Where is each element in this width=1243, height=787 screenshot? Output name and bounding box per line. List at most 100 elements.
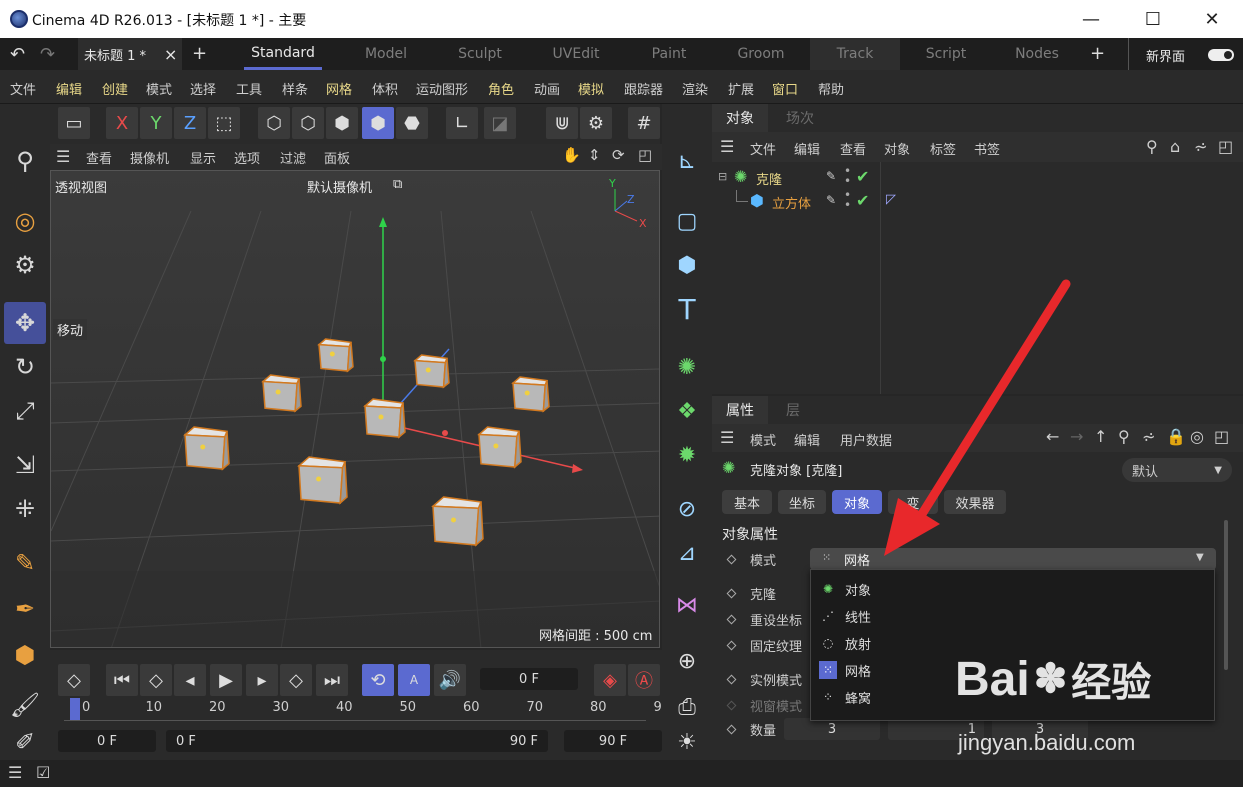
next-key-icon[interactable]: ◇ (280, 664, 312, 696)
camera-object-icon[interactable]: ⎙ (666, 686, 708, 728)
field-icon[interactable]: ⋈ (666, 584, 708, 626)
clone-cube[interactable] (297, 455, 355, 513)
am-search-icon[interactable]: ⚲ (1118, 427, 1130, 446)
edit-tag-icon[interactable]: ✎ (826, 193, 836, 207)
end-frame-field[interactable]: 90 F (564, 730, 662, 752)
viewport-menu-icon[interactable]: ☰ (56, 147, 70, 166)
axis-x-button[interactable]: X (106, 107, 138, 139)
viewport-menu-item[interactable]: 面板 (324, 148, 350, 167)
lock-icon[interactable]: 🔒 (1166, 427, 1186, 446)
object-row-cube[interactable]: ⬢ 立方体 ✎ • • ✔ ◸ (712, 189, 1243, 214)
uv-mode-icon[interactable]: ⬣ (396, 107, 428, 139)
pan-hand-icon[interactable]: ✋ (562, 146, 581, 164)
bend-deformer-icon[interactable]: ⊿ (666, 532, 708, 574)
rotate-tool-icon[interactable]: ↻ (4, 346, 46, 388)
target-icon[interactable]: ◎ (1190, 427, 1204, 446)
scale-tool-icon[interactable]: ⤢ (4, 390, 46, 432)
attribute-subtab[interactable]: 变 (888, 490, 938, 514)
menu-item-1[interactable]: 编辑 (56, 79, 82, 98)
playhead[interactable] (70, 698, 80, 720)
brush-icon[interactable]: 🖌 (4, 684, 46, 726)
forward-arrow-icon[interactable]: → (1070, 427, 1083, 446)
om-menu-item[interactable]: 查看 (840, 139, 866, 158)
tab-layout-sculpt[interactable]: Sculpt (434, 38, 526, 70)
status-check-icon[interactable]: ☑ (36, 763, 50, 782)
polygons-mode-icon[interactable]: ⬢ (326, 107, 358, 139)
texture-mode-icon[interactable]: ◪ (484, 107, 516, 139)
go-to-end-icon[interactable]: ⏭ (316, 664, 348, 696)
coordinate-system-icon[interactable]: ⬚ (208, 107, 240, 139)
om-menu-item[interactable]: 对象 (884, 139, 910, 158)
menu-item-8[interactable]: 体积 (372, 79, 398, 98)
fracture-icon[interactable]: ❖ (666, 390, 708, 432)
back-arrow-icon[interactable]: ← (1046, 427, 1059, 446)
dropdown-option-object[interactable]: ✺ 对象 (819, 577, 871, 601)
menu-item-13[interactable]: 跟踪器 (624, 79, 663, 98)
viewport-menu-item[interactable]: 显示 (190, 148, 216, 167)
count-x-field[interactable]: 3 (784, 718, 880, 740)
keyframe-diamond-icon[interactable] (726, 674, 737, 685)
phong-tag-icon[interactable]: ◸ (886, 192, 896, 207)
viewport-menu-item[interactable]: 摄像机 (130, 148, 169, 167)
clone-cube[interactable] (317, 337, 361, 381)
auto-key-icon[interactable]: A (398, 664, 430, 696)
om-menu-item[interactable]: 文件 (750, 139, 776, 158)
select-tool-icon[interactable]: ◎ (4, 200, 46, 242)
tab-layout-model[interactable]: Model (340, 38, 432, 70)
clone-cube[interactable] (511, 375, 557, 421)
keyframe-diamond-icon[interactable] (726, 614, 737, 625)
new-document-button[interactable]: + (192, 43, 207, 64)
attribute-subtab[interactable]: 效果器 (944, 490, 1006, 514)
clone-cube[interactable] (363, 397, 413, 447)
menu-item-17[interactable]: 帮助 (818, 79, 844, 98)
menu-item-12[interactable]: 模拟 (578, 79, 604, 98)
play-icon[interactable]: ▶ (210, 664, 242, 696)
record-icon[interactable]: ◈ (594, 664, 626, 696)
viewport-menu-item[interactable]: 查看 (86, 148, 112, 167)
clone-cube[interactable] (477, 425, 529, 477)
autokey-record-icon[interactable]: Ⓐ (628, 664, 660, 696)
enabled-check-icon[interactable]: ✔ (856, 167, 869, 186)
snap-tool-icon[interactable]: ⁜ (4, 488, 46, 530)
keyframe-diamond-icon[interactable]: ◇ (58, 664, 90, 696)
mode-dropdown[interactable]: ⁙ 网格 ▼ (810, 548, 1216, 570)
tab-objects[interactable]: 对象 (712, 104, 768, 132)
frame-range-slider[interactable]: 0 F 90 F (166, 730, 548, 752)
menu-item-6[interactable]: 样条 (282, 79, 308, 98)
visibility-dots-icon[interactable]: • • (844, 189, 851, 211)
menu-item-10[interactable]: 角色 (488, 79, 514, 98)
visibility-dots-icon[interactable]: • • (844, 165, 851, 187)
move-tool-icon[interactable]: ✥ (4, 302, 46, 344)
am-menu-item[interactable]: 编辑 (794, 430, 820, 449)
keyframe-diamond-icon[interactable] (726, 724, 737, 735)
tab-layout-nodes[interactable]: Nodes (996, 38, 1078, 70)
undo-icon[interactable]: ↶ (10, 44, 25, 65)
polygon-pen-icon[interactable]: ⬢ (4, 634, 46, 676)
am-expand-icon[interactable]: ◰ (1214, 427, 1229, 446)
loop-icon[interactable]: ⟲ (362, 664, 394, 696)
om-menu-icon[interactable]: ☰ (720, 137, 734, 156)
magnet-snap-icon[interactable]: ⋓ (546, 107, 578, 139)
maximize-button[interactable]: ☐ (1122, 0, 1184, 38)
deformer-icon[interactable]: ⊘ (666, 488, 708, 530)
menu-item-9[interactable]: 运动图形 (416, 79, 468, 98)
points-mode-icon[interactable]: ⬡ (258, 107, 290, 139)
menu-item-0[interactable]: 文件 (10, 79, 36, 98)
interface-toggle[interactable] (1208, 49, 1234, 61)
am-menu-item[interactable]: 模式 (750, 430, 776, 449)
viewport-menu-item[interactable]: 过滤 (280, 148, 306, 167)
tab-layout-script[interactable]: Script (904, 38, 988, 70)
paint-icon[interactable]: ✐ (4, 728, 46, 756)
clone-cube[interactable] (183, 425, 237, 479)
spline-pen-icon[interactable]: ✎ (4, 542, 46, 584)
axis-z-button[interactable]: Z (174, 107, 206, 139)
object-row-cloner[interactable]: ⊟ ✺ 克隆 ✎ • • ✔ (712, 165, 1243, 190)
preset-dropdown[interactable]: 默认 ▼ (1122, 458, 1232, 482)
menu-item-16[interactable]: 窗口 (772, 79, 798, 98)
keyframe-diamond-icon[interactable] (726, 554, 737, 565)
search-icon[interactable]: ⚲ (4, 140, 46, 182)
orbit-icon[interactable]: ⟳ (612, 146, 625, 164)
dropdown-option-radial[interactable]: ◌ 放射 (819, 631, 871, 655)
keyframe-diamond-icon[interactable] (726, 588, 737, 599)
cloner-icon[interactable]: ✺ (666, 346, 708, 388)
